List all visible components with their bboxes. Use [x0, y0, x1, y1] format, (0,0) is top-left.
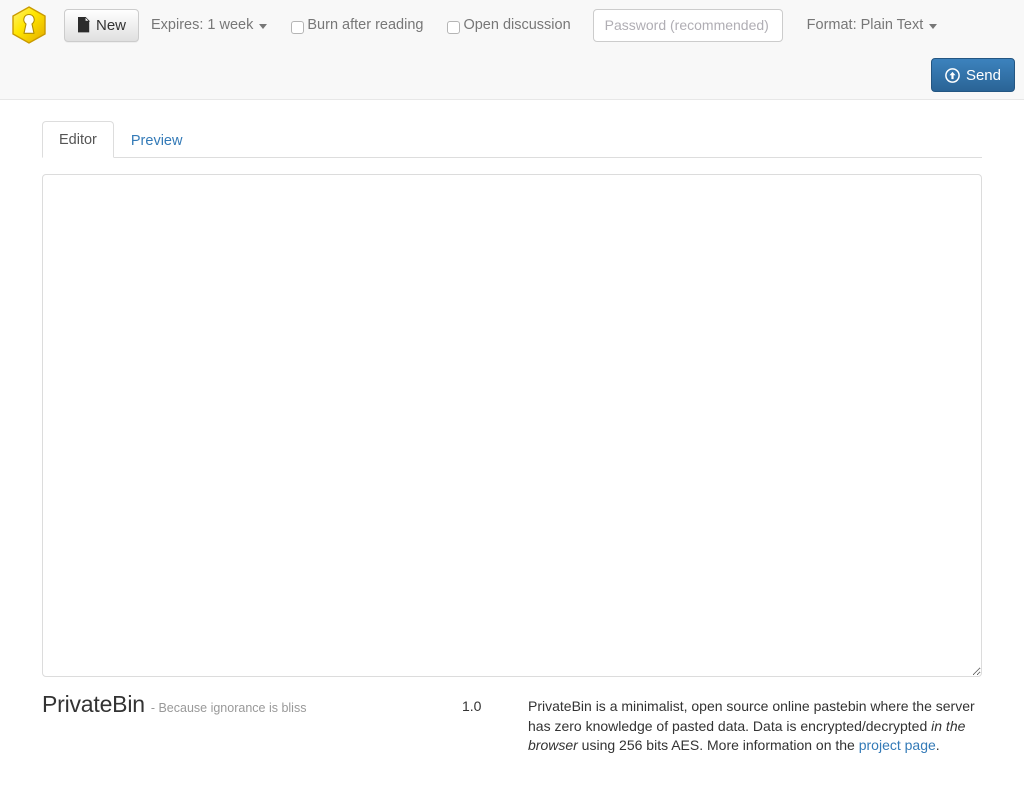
footer-description-end: . — [935, 737, 940, 753]
expires-label: Expires: 1 week — [151, 17, 254, 33]
password-input[interactable] — [592, 8, 783, 42]
main-content: Editor Preview — [0, 121, 1024, 677]
burn-after-reading-label: Burn after reading — [307, 17, 424, 33]
navbar-secondary-row: Send — [930, 58, 1015, 92]
send-button[interactable]: Send — [930, 58, 1015, 92]
page-footer: PrivateBin - Because ignorance is bliss … — [0, 693, 1024, 756]
caret-down-icon — [929, 23, 938, 29]
caret-down-icon — [259, 23, 268, 29]
footer-description-part2: using 256 bits AES. More information on … — [577, 737, 859, 753]
editor-preview-tabs: Editor Preview — [42, 121, 982, 158]
footer-brand-name: PrivateBin — [42, 691, 145, 717]
format-label: Format: Plain Text — [806, 17, 924, 33]
open-discussion-option[interactable]: Open discussion — [435, 9, 582, 42]
footer-description-part1: PrivateBin is a minimalist, open source … — [528, 698, 975, 734]
tab-preview[interactable]: Preview — [114, 122, 200, 158]
keyhole-hexagon-logo-icon — [12, 6, 46, 44]
project-page-link[interactable]: project page — [859, 737, 936, 753]
app-logo[interactable] — [0, 0, 52, 50]
burn-after-reading-checkbox[interactable] — [291, 20, 305, 34]
expires-dropdown[interactable]: Expires: 1 week — [139, 9, 279, 42]
footer-slogan: - Because ignorance is bliss — [150, 701, 307, 715]
footer-version: 1.0 — [462, 698, 482, 714]
tab-editor-label: Editor — [59, 132, 97, 148]
format-dropdown[interactable]: Format: Plain Text — [795, 9, 950, 42]
tab-editor[interactable]: Editor — [42, 121, 114, 158]
open-discussion-checkbox[interactable] — [447, 20, 461, 34]
open-discussion-label: Open discussion — [463, 17, 571, 33]
burn-after-reading-option[interactable]: Burn after reading — [279, 9, 435, 42]
footer-description: PrivateBin is a minimalist, open source … — [528, 693, 982, 756]
footer-brand: PrivateBin - Because ignorance is bliss — [42, 693, 462, 719]
navbar-primary-row: New Expires: 1 week Burn after reading O… — [0, 0, 1024, 50]
paste-editor-textarea[interactable] — [42, 174, 982, 677]
new-paste-button[interactable]: New — [64, 8, 140, 42]
new-paste-label: New — [96, 16, 127, 34]
tab-preview-label: Preview — [130, 133, 183, 149]
file-icon — [78, 17, 90, 33]
send-button-label: Send — [965, 66, 1001, 84]
top-navbar: New Expires: 1 week Burn after reading O… — [0, 0, 1024, 100]
upload-circle-icon — [945, 67, 960, 83]
